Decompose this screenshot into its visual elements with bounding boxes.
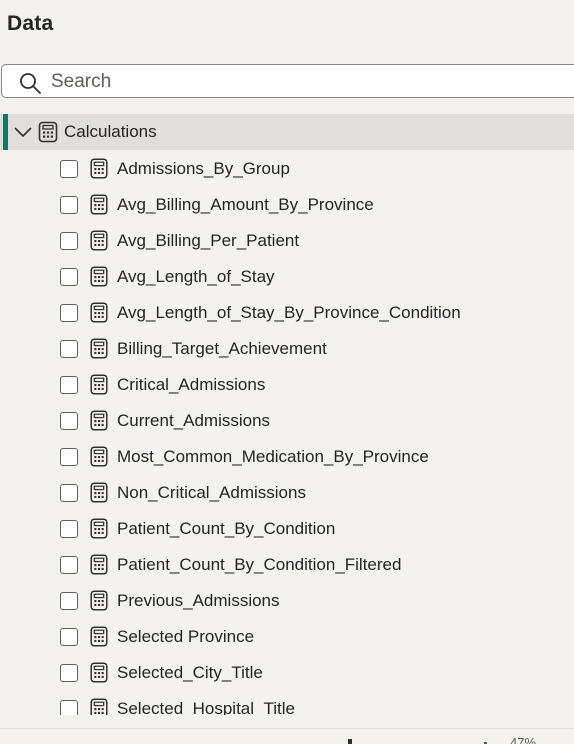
pane-title: Data bbox=[7, 12, 54, 35]
measure-label: Previous_Admissions bbox=[117, 591, 280, 610]
measure-item[interactable]: Critical_Admissions bbox=[0, 366, 574, 402]
measure-label: Critical_Admissions bbox=[117, 375, 266, 394]
measure-checkbox[interactable] bbox=[60, 664, 78, 682]
measure-item[interactable]: Admissions_By_Group bbox=[0, 150, 574, 186]
measure-item[interactable]: Billing_Target_Achievement bbox=[0, 330, 574, 366]
measure-item[interactable]: Avg_Billing_Per_Patient bbox=[0, 222, 574, 258]
measure-checkbox[interactable] bbox=[60, 448, 78, 466]
measure-item[interactable]: Selected_City_Title bbox=[0, 654, 574, 690]
calculator-icon bbox=[90, 194, 108, 215]
group-label: Calculations bbox=[64, 122, 157, 141]
measure-checkbox[interactable] bbox=[60, 556, 78, 574]
calculations-group-header[interactable]: Calculations bbox=[0, 114, 574, 150]
calculator-icon bbox=[90, 230, 108, 251]
measure-item[interactable]: Selected_Hospital_Title bbox=[0, 690, 574, 715]
measure-label: Most_Common_Medication_By_Province bbox=[117, 447, 429, 466]
measure-checkbox[interactable] bbox=[60, 304, 78, 322]
measure-item[interactable]: Avg_Billing_Amount_By_Province bbox=[0, 186, 574, 222]
calculator-icon bbox=[90, 266, 108, 287]
calculator-icon bbox=[90, 626, 108, 647]
measure-label: Admissions_By_Group bbox=[117, 159, 290, 178]
measure-label: Current_Admissions bbox=[117, 411, 271, 430]
measure-item[interactable]: Avg_Length_of_Stay_By_Province_Condition bbox=[0, 294, 574, 330]
zoom-slider-thumb[interactable] bbox=[348, 739, 352, 744]
measure-checkbox[interactable] bbox=[60, 628, 78, 646]
search-icon bbox=[19, 72, 43, 94]
measure-label: Selected_City_Title bbox=[117, 663, 263, 682]
measure-checkbox[interactable] bbox=[60, 592, 78, 610]
measure-checkbox[interactable] bbox=[60, 412, 78, 430]
measure-label: Non_Critical_Admissions bbox=[117, 483, 306, 502]
measure-list: Admissions_By_Group Avg_Billing_Amount_By… bbox=[0, 150, 574, 715]
selection-accent-bar bbox=[3, 114, 8, 150]
measure-item[interactable]: Patient_Count_By_Condition bbox=[0, 510, 574, 546]
calculator-icon bbox=[90, 518, 108, 539]
measure-label: Selected Province bbox=[117, 627, 255, 646]
measure-checkbox[interactable] bbox=[60, 196, 78, 214]
measure-item[interactable]: Avg_Length_of_Stay bbox=[0, 258, 574, 294]
status-bar: 47% bbox=[0, 728, 574, 744]
measure-label: Avg_Length_of_Stay bbox=[117, 267, 275, 286]
measure-checkbox[interactable] bbox=[60, 268, 78, 286]
measure-label: Avg_Billing_Per_Patient bbox=[117, 231, 300, 250]
data-pane: Data Search Calculations Admissions_By_G… bbox=[0, 0, 574, 744]
calculator-icon bbox=[90, 338, 108, 359]
search-input[interactable] bbox=[51, 68, 551, 96]
measure-item[interactable]: Patient_Count_By_Condition_Filtered bbox=[0, 546, 574, 582]
calculator-icon bbox=[90, 374, 108, 395]
search-box[interactable] bbox=[1, 64, 574, 98]
measure-item[interactable]: Current_Admissions bbox=[0, 402, 574, 438]
measure-checkbox[interactable] bbox=[60, 520, 78, 538]
measure-label: Billing_Target_Achievement bbox=[117, 339, 327, 358]
measure-label: Patient_Count_By_Condition bbox=[117, 519, 336, 538]
measure-checkbox[interactable] bbox=[60, 232, 78, 250]
calculator-icon bbox=[90, 482, 108, 503]
measure-checkbox[interactable] bbox=[60, 700, 78, 715]
measure-checkbox[interactable] bbox=[60, 376, 78, 394]
measure-checkbox[interactable] bbox=[60, 340, 78, 358]
measure-item[interactable]: Previous_Admissions bbox=[0, 582, 574, 618]
measure-label: Avg_Length_of_Stay_By_Province_Condition bbox=[117, 303, 461, 322]
chevron-down-icon[interactable] bbox=[13, 124, 33, 140]
measure-checkbox[interactable] bbox=[60, 484, 78, 502]
measure-item[interactable]: Non_Critical_Admissions bbox=[0, 474, 574, 510]
measure-label: Avg_Billing_Amount_By_Province bbox=[117, 195, 374, 214]
measure-checkbox[interactable] bbox=[60, 160, 78, 178]
calculator-icon bbox=[90, 410, 108, 431]
calculator-icon bbox=[90, 302, 108, 323]
measure-label: Selected_Hospital_Title bbox=[117, 699, 295, 715]
zoom-level: 47% bbox=[510, 735, 537, 744]
measure-item[interactable]: Selected Province bbox=[0, 618, 574, 654]
calculator-icon bbox=[38, 121, 58, 143]
calculator-icon bbox=[90, 698, 108, 715]
measure-label: Patient_Count_By_Condition_Filtered bbox=[117, 555, 402, 574]
calculator-icon bbox=[90, 554, 108, 575]
calculator-icon bbox=[90, 446, 108, 467]
measure-item[interactable]: Most_Common_Medication_By_Province bbox=[0, 438, 574, 474]
calculator-icon bbox=[90, 590, 108, 611]
calculator-icon bbox=[90, 158, 108, 179]
calculator-icon bbox=[90, 662, 108, 683]
